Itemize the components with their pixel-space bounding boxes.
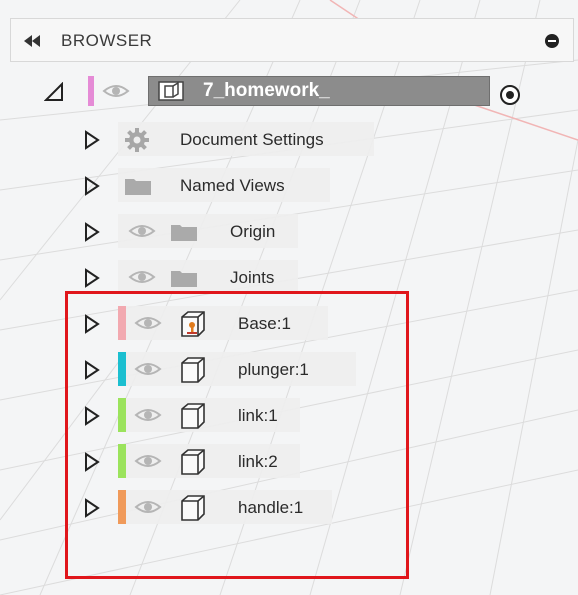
folder-icon — [171, 225, 197, 241]
browser-node-origin[interactable]: Origin — [0, 214, 578, 248]
browser-title: BROWSER — [61, 31, 153, 50]
activate-radio-icon[interactable] — [499, 84, 521, 106]
browser-node-label: Joints — [230, 268, 275, 287]
gear-icon — [125, 128, 149, 152]
expand-triangle-icon[interactable] — [84, 130, 100, 150]
browser-node-label: Named Views — [180, 176, 285, 195]
folder-icon — [125, 179, 151, 195]
document-component-icon — [158, 81, 184, 101]
visibility-eye-icon[interactable] — [128, 222, 156, 240]
expand-triangle-icon[interactable] — [84, 268, 100, 288]
expand-triangle-icon[interactable] — [44, 82, 66, 102]
browser-node-joints[interactable]: Joints — [0, 260, 578, 294]
collapse-icon[interactable] — [23, 34, 41, 48]
root-color-bar — [88, 76, 94, 106]
root-component-label: 7_homework_ — [203, 80, 330, 101]
highlight-box — [65, 291, 409, 579]
browser-header[interactable]: BROWSER — [10, 18, 574, 62]
pin-icon[interactable] — [545, 34, 559, 48]
root-component-name[interactable]: 7_homework_ — [148, 76, 490, 106]
folder-icon — [171, 271, 197, 287]
browser-node-document-settings[interactable]: Document Settings — [0, 122, 578, 156]
expand-triangle-icon[interactable] — [84, 176, 100, 196]
browser-node-label: Origin — [230, 222, 276, 241]
browser-node-named-views[interactable]: Named Views — [0, 168, 578, 202]
browser-node-label: Document Settings — [180, 130, 324, 149]
visibility-eye-icon[interactable] — [102, 82, 130, 100]
expand-triangle-icon[interactable] — [84, 222, 100, 242]
visibility-eye-icon[interactable] — [128, 268, 156, 286]
